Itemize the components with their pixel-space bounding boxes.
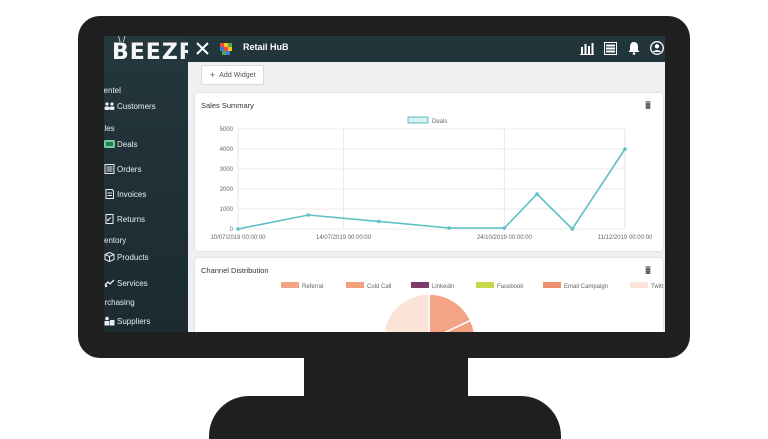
sidebar-item-label: Suppliers (117, 316, 151, 326)
dashboard-main: + Add Widget Sales Summary Deals 0 1000 200… (188, 62, 665, 332)
y-tick-label: 5000 (220, 127, 234, 133)
sidebar-item-label: Services (117, 278, 148, 288)
orders-icon (104, 164, 115, 174)
legend-swatch (630, 282, 648, 288)
legend-swatch (543, 282, 561, 288)
deals-data-point (502, 226, 507, 230)
sidebar-item-label: Returns (117, 214, 146, 224)
y-tick-label: 2000 (220, 187, 234, 193)
sidebar-item-label: Deals (117, 139, 138, 149)
add-widget-button[interactable]: + Add Widget (201, 65, 265, 85)
chart-icon[interactable] (580, 42, 594, 55)
sidebar-item-suppliers[interactable]: Suppliers (104, 311, 188, 331)
sidebar-item-label: Orders (117, 164, 142, 174)
sidebar-item-products[interactable]: Products (104, 247, 188, 267)
channel-distribution-card: Channel Distribution Referral Cold Call Li… (195, 258, 663, 332)
deals-data-point (623, 147, 627, 151)
channel-pie-chart: Referral Cold Call Linkedin Facebook Email C… (281, 282, 663, 332)
x-tick-label: 10/07/2019 00:00:00 (210, 235, 266, 241)
deals-data-point (447, 226, 451, 230)
legend-swatch (346, 282, 364, 288)
sidebar-item-label: Invoices (117, 189, 147, 199)
sidebar-section-sales: ales (104, 124, 115, 133)
sidebar-section-inventory: ventory (104, 236, 127, 245)
legend-swatch (411, 282, 429, 288)
deals-data-point (306, 213, 311, 217)
y-tick-label: 4000 (220, 147, 234, 153)
legend-label: Twitter (651, 284, 663, 290)
deals-icon (104, 140, 115, 148)
monitor-stand (209, 396, 561, 439)
add-widget-label: Add Widget (219, 71, 256, 79)
legend-label: Facebook (497, 284, 524, 290)
plus-icon: + (210, 70, 216, 80)
app-screen: \ / BEEZR lientel Customers ales Deals O… (104, 36, 665, 332)
sales-summary-card: Sales Summary Deals 0 1000 2000 3000 4000 5000… (195, 93, 663, 251)
sales-line-chart: Deals 0 1000 2000 3000 4000 5000 10/07/2019 00:… (210, 116, 653, 241)
x-tick-label: 14/07/2019 00:00:00 (316, 235, 372, 241)
close-icon[interactable] (196, 42, 209, 55)
suppliers-icon (104, 316, 115, 326)
sidebar-item-deals[interactable]: Deals (104, 134, 188, 154)
bell-icon[interactable] (628, 41, 640, 55)
legend-label: Email Campaign (564, 284, 608, 290)
sidebar-item-label: Customers (117, 101, 156, 111)
deals-data-point (236, 227, 240, 231)
legend-label: Linkedin (432, 284, 454, 290)
x-tick-label: 24/10/2019 00:00:00 (477, 235, 533, 241)
legend-label: Referral (302, 284, 323, 290)
sidebar-item-orders[interactable]: Orders (104, 159, 188, 179)
sidebar-item-customers[interactable]: Customers (104, 96, 188, 116)
deals-data-point (376, 219, 381, 224)
legend-label: Deals (432, 119, 447, 125)
sidebar-item-invoices[interactable]: Invoices (104, 184, 188, 204)
invoices-icon (105, 189, 114, 199)
app-logo: BEEZR (112, 40, 197, 65)
sidebar-section-clientel: lientel (104, 86, 121, 95)
legend-swatch (407, 116, 429, 124)
page-title: Retail HuB (243, 42, 289, 52)
services-icon (104, 279, 115, 288)
x-tick-label: 11/12/2019 00:00:00 (598, 235, 653, 241)
app-cube-icon (220, 43, 232, 55)
products-icon (104, 252, 115, 262)
y-tick-label: 3000 (220, 167, 234, 173)
sidebar-item-label: Products (117, 252, 149, 262)
y-tick-label: 1000 (220, 207, 234, 213)
legend-swatch (281, 282, 299, 288)
pie-slice (382, 293, 430, 332)
deals-data-point (535, 192, 539, 196)
returns-icon (105, 214, 114, 224)
legend-label: Cold Call (367, 284, 391, 290)
monitor-neck (304, 352, 468, 400)
sidebar-item-services[interactable]: Services (104, 273, 188, 293)
deals-data-point (570, 227, 575, 231)
legend-swatch (476, 282, 494, 288)
list-icon[interactable] (604, 42, 617, 55)
y-tick-label: 0 (230, 227, 234, 233)
sidebar-item-returns[interactable]: Returns (104, 209, 188, 229)
top-bar: Retail HuB (188, 36, 665, 62)
sidebar-section-purchasing: urchasing (104, 298, 135, 307)
customers-icon (104, 102, 115, 110)
user-icon[interactable] (650, 41, 664, 55)
sidebar: \ / BEEZR lientel Customers ales Deals O… (104, 36, 196, 332)
